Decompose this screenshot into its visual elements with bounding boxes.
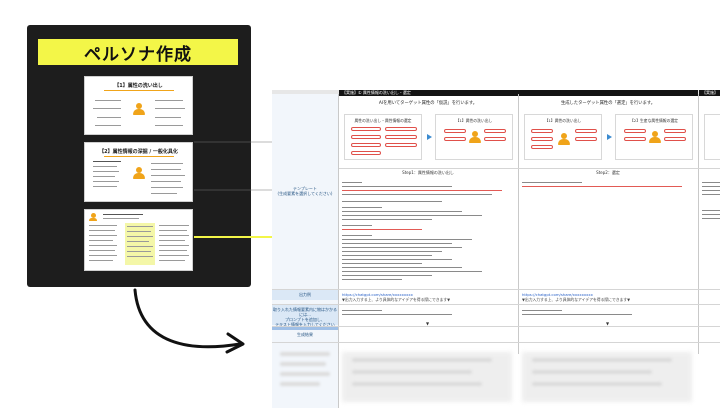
persona-icon <box>133 103 145 115</box>
label-column <box>272 94 338 408</box>
slide-1-rule <box>103 90 174 91</box>
step-1-label: Step1：属性情報の洗い出し <box>402 170 454 175</box>
section-title-2: 生成したターゲット属性の「選定」を行います。 <box>560 101 656 106</box>
slide-thumbnail-1[interactable]: 【1】属性の洗い出し <box>84 76 193 135</box>
flow-arrow-icon <box>427 134 432 140</box>
flow-box-select-2: 【2】生産な属性情報の選定 <box>615 114 693 160</box>
logo-icon <box>89 213 97 221</box>
output-note-2: ▼出力入力する上、より具体的なアイデアを得る際にできます▼ <box>522 297 631 302</box>
flow-arrow-icon <box>607 134 612 140</box>
flow-box-attr-list: 属性の洗い出し・属性情報の選定 <box>344 114 422 160</box>
flow-box-select-1: 【1】属性の洗い出し <box>524 114 602 160</box>
persona-icon <box>133 167 145 179</box>
persona-icon <box>649 131 661 143</box>
panel-title: ペルソナ作成 <box>38 39 238 65</box>
result-band <box>272 327 338 330</box>
slide-2-rule <box>103 156 174 157</box>
slide-thumbnail-2[interactable]: 【2】属性情報の深掘 / 一般化具化 <box>84 142 193 202</box>
step-2-label: Step2：選定 <box>596 170 620 175</box>
section-title-1: AIを用いてターゲット属性の「仮説」を行います。 <box>378 101 478 106</box>
flow-box-next <box>704 114 720 160</box>
persona-icon <box>469 131 481 143</box>
persona-icon <box>558 133 570 145</box>
flow-box-attr-select: 【1】属性の洗い出し <box>435 114 513 160</box>
output-note-1: ▼出力入力する上、より具体的なアイデアを得る際にできます▼ <box>342 297 451 302</box>
slide-1-heading: 【1】属性の洗い出し <box>114 83 163 89</box>
persona-panel: ペルソナ作成 【1】属性の洗い出し 【2】属性情報の深掘 / 一般化具化 <box>27 25 251 287</box>
instruction-line-1: 取り入れた情報要素内に物はかかるには... <box>273 307 337 317</box>
output-example-label: 出力例 <box>272 290 338 300</box>
sheet-header-next: 【実施】 <box>699 90 720 96</box>
template-sublabel: (生成要素を選択してください) <box>277 191 333 196</box>
result-label: 生成結果 <box>297 332 313 337</box>
canvas: ペルソナ作成 【1】属性の洗い出し 【2】属性情報の深掘 / 一般化具化 【実施… <box>0 0 720 408</box>
slide-2-heading: 【2】属性情報の深掘 / 一般化具化 <box>99 149 178 155</box>
instruction-cell: 取り入れた情報要素内に物はかかるには... プロンプトを追加し、 テキスト情報を… <box>272 305 338 327</box>
slide-thumbnail-3[interactable] <box>84 209 193 271</box>
spreadsheet-preview: 【実施】① 属性情報の洗い出し・選定 【実施】 AIを用いてターゲット属性の「仮… <box>272 90 720 408</box>
